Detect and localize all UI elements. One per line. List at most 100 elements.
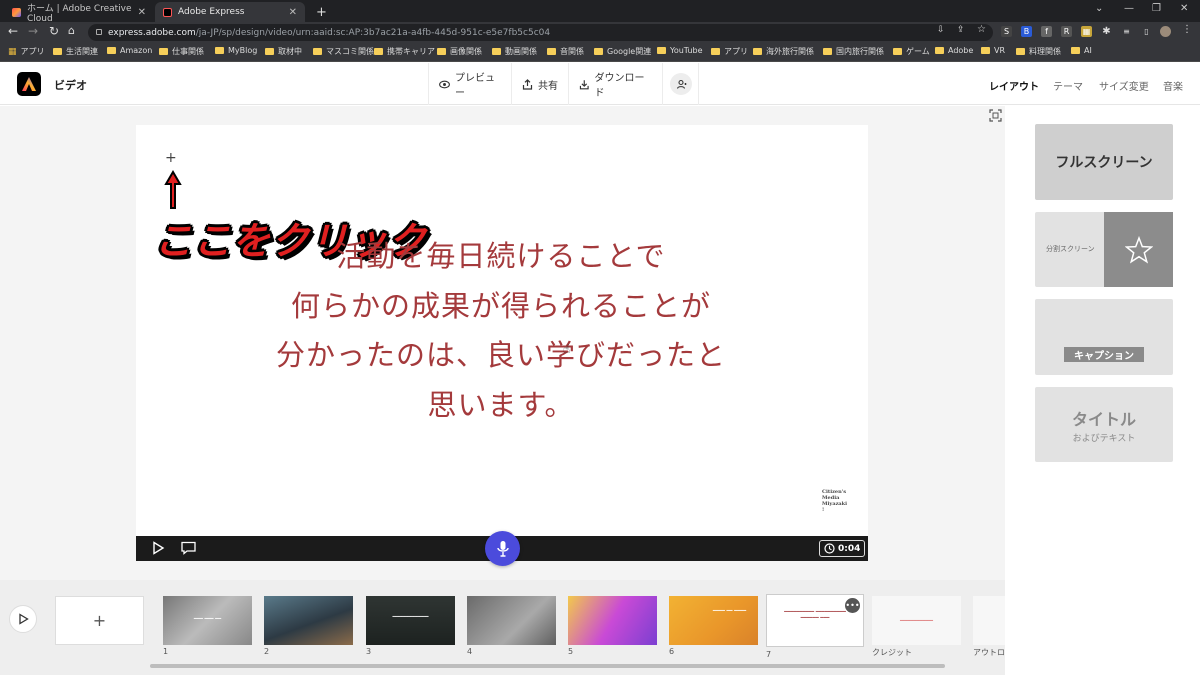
address-bar-row: ← → ↻ ⌂ express.adobe.com /ja-JP/sp/desi… (0, 22, 1200, 42)
tab-title: ホーム | Adobe Creative Cloud (27, 3, 132, 24)
bookmark-folder[interactable]: MyBlog (215, 46, 257, 55)
folder-icon (981, 47, 990, 54)
bookmark-folder[interactable]: 音関係 (547, 46, 584, 57)
layout-title-text[interactable]: タイトル およびテキスト (1035, 387, 1173, 462)
brand-watermark: Citizen's Media Miyazaki ! (822, 489, 847, 513)
outro-thumbnail[interactable] (973, 596, 1005, 645)
bookmark-folder[interactable]: 取材中 (265, 46, 302, 57)
minimize-icon[interactable]: — (1124, 3, 1134, 14)
scene-duration-button[interactable]: 0:04 (819, 540, 866, 557)
bookmark-folder[interactable]: ゲーム (893, 46, 930, 57)
side-panel-icon[interactable]: ▯ (1141, 26, 1152, 37)
folder-icon (935, 47, 944, 54)
caption-line: 何らかの成果が得られることが (290, 288, 711, 323)
scene-thumbnail[interactable] (264, 596, 353, 645)
add-scene-button[interactable]: + (55, 596, 144, 645)
tab-layout[interactable]: レイアウト (989, 78, 1039, 93)
url-input[interactable]: express.adobe.com /ja-JP/sp/design/video… (88, 24, 993, 41)
scene-thumb-text: ━━━━━━━━━━━━ (392, 614, 429, 620)
bookmark-folder[interactable]: 料理関係 (1016, 46, 1061, 57)
bookmark-folder[interactable]: 生活関連 (53, 46, 98, 57)
folder-icon (893, 48, 902, 55)
layout-fullscreen[interactable]: フルスクリーン (1035, 124, 1173, 200)
bookmark-folder[interactable]: マスコミ関係 (313, 46, 374, 57)
preview-button[interactable]: プレビュー (428, 63, 511, 105)
star-icon (1124, 235, 1153, 264)
extension-rx-icon[interactable]: R (1061, 26, 1072, 37)
bookmark-folder[interactable]: 仕事関係 (159, 46, 204, 57)
bookmark-folder[interactable]: 画像関係 (437, 46, 482, 57)
scene-more-options-icon[interactable]: ••• (845, 598, 860, 613)
adobe-express-favicon-icon (163, 7, 172, 17)
share-button[interactable]: 共有 (511, 63, 568, 105)
new-tab-button[interactable]: + (308, 2, 330, 22)
extensions-puzzle-icon[interactable]: ✱ (1101, 26, 1112, 37)
bookmark-folder[interactable]: VR (981, 46, 1005, 55)
home-icon[interactable]: ⌂ (68, 24, 75, 37)
bookmark-folder[interactable]: Google関連 (594, 46, 651, 57)
bookmark-folder[interactable]: AI (1071, 46, 1092, 55)
install-app-icon[interactable]: ⇩ (937, 25, 945, 35)
bookmark-folder[interactable]: Adobe (935, 46, 973, 55)
back-icon[interactable]: ← (8, 24, 18, 38)
tab-music[interactable]: 音楽 (1163, 78, 1183, 93)
bookmark-label: 動画関係 (505, 47, 537, 56)
tab-adobe-express[interactable]: Adobe Express ✕ (155, 2, 305, 22)
profile-avatar-icon[interactable] (1160, 26, 1171, 37)
bookmark-folder[interactable]: 国内旅行関係 (823, 46, 884, 57)
caption-line: 活動を毎日続けることで (336, 239, 666, 273)
play-scene-icon[interactable] (149, 541, 167, 555)
bookmark-folder[interactable]: Amazon (107, 46, 152, 55)
scene-thumbnail[interactable]: ━━━ ━━━ ━━ (163, 596, 252, 645)
extension-gray-icon[interactable]: f (1041, 26, 1052, 37)
bookmark-folder[interactable]: YouTube (657, 46, 703, 55)
scene-caption[interactable]: 活動を毎日続けることで 何らかの成果が得られることが 分かったのは、良い学びだっ… (196, 232, 806, 430)
bookmark-folder[interactable]: アプリ (711, 46, 748, 57)
restore-icon[interactable]: ❐ (1152, 3, 1161, 14)
split-image-half (1104, 212, 1173, 287)
timeline-scrollbar[interactable] (150, 664, 945, 668)
folder-icon (437, 48, 446, 55)
bookmark-label: 音関係 (560, 47, 584, 56)
close-tab-icon[interactable]: ✕ (289, 7, 297, 18)
reload-icon[interactable]: ↻ (49, 24, 59, 38)
tab-resize[interactable]: サイズ変更 (1099, 78, 1149, 93)
extension-s-icon[interactable]: S (1001, 26, 1012, 37)
add-element-plus[interactable]: + (165, 150, 177, 166)
scene-thumbnail[interactable] (568, 596, 657, 645)
record-voice-button[interactable] (485, 531, 520, 566)
scene-thumbnail[interactable] (467, 596, 556, 645)
folder-icon (107, 47, 116, 54)
scene-number: 3 (366, 647, 372, 656)
tab-search-icon[interactable]: ⌄ (1095, 3, 1103, 14)
speech-bubble-icon[interactable] (180, 541, 198, 555)
browser-menu-icon[interactable]: ⋮ (1182, 24, 1192, 35)
bookmark-star-icon[interactable]: ☆ (977, 24, 986, 35)
extension-blue-icon[interactable]: B (1021, 26, 1032, 37)
scene-number: 7 (766, 650, 772, 659)
scene-thumbnail[interactable]: ━━━━ ━━ ━━━━ (669, 596, 758, 645)
scene-thumbnail[interactable]: ━━━━━━━━━━━━ (366, 596, 455, 645)
tab-theme[interactable]: テーマ (1053, 78, 1083, 93)
bookmark-folder[interactable]: 動画関係 (492, 46, 537, 57)
bookmark-folder[interactable]: 海外旅行関係 (753, 46, 814, 57)
document-title[interactable]: ビデオ (54, 77, 87, 93)
share-page-icon[interactable]: ⇪ (957, 25, 965, 35)
layout-caption[interactable]: キャプション (1035, 299, 1173, 375)
fit-screen-icon[interactable] (989, 109, 1002, 122)
tab-creative-cloud[interactable]: ホーム | Adobe Creative Cloud ✕ (4, 2, 154, 24)
reading-list-icon[interactable]: ≡ (1121, 26, 1132, 37)
extension-yellow-icon[interactable]: ▦ (1081, 26, 1092, 37)
download-button[interactable]: ダウンロード (568, 63, 662, 105)
bookmark-folder[interactable]: 携帯キャリア (374, 46, 435, 57)
credit-thumbnail[interactable]: ━━━━━━━━━━━ (872, 596, 961, 645)
forward-icon[interactable]: → (28, 24, 38, 38)
invite-user-button[interactable] (670, 73, 692, 95)
adobe-express-logo-icon[interactable] (17, 72, 41, 96)
layout-split-screen[interactable]: 分割スクリーン (1035, 212, 1173, 287)
layout-split-label: 分割スクリーン (1046, 245, 1095, 253)
play-all-button[interactable] (9, 605, 37, 633)
close-tab-icon[interactable]: ✕ (138, 7, 146, 18)
bookmark-apps[interactable]: ▦ アプリ (8, 46, 45, 57)
close-window-icon[interactable]: ✕ (1180, 3, 1188, 14)
